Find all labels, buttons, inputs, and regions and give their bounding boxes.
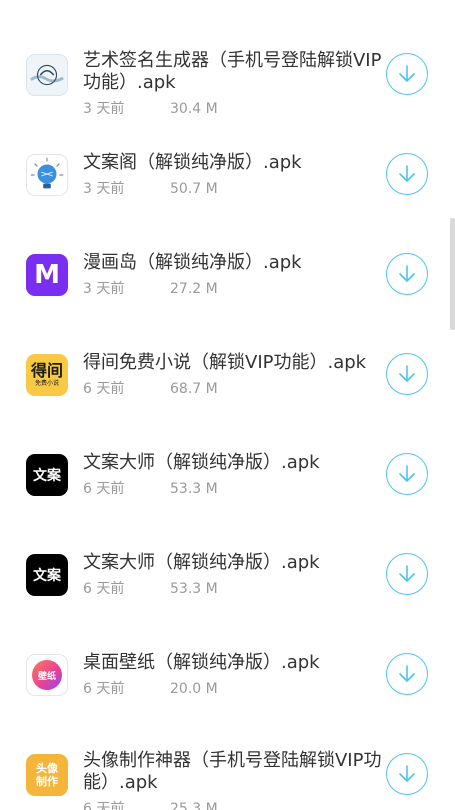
- file-age: 6 天前: [83, 381, 125, 397]
- file-meta: 6 天前 68.7 M: [83, 378, 218, 398]
- manhua-m-app-icon: M: [26, 254, 68, 296]
- signature-app-icon: [26, 54, 68, 96]
- file-age: 3 天前: [83, 181, 125, 197]
- arrow-down-icon: [399, 465, 415, 482]
- file-name: 头像制作神器（手机号登陆解锁VIP功能）.apk: [83, 750, 382, 793]
- file-meta: 3 天前 50.7 M: [83, 178, 218, 198]
- list-item[interactable]: 文案 文案大师（解锁纯净版）.apk 6 天前 53.3 M: [0, 425, 455, 525]
- list-item[interactable]: 文案 文案大师（解锁纯净版）.apk 6 天前 53.3 M: [0, 525, 455, 625]
- app-icon-badge: 壁纸: [32, 660, 62, 690]
- download-button[interactable]: [386, 453, 428, 495]
- file-name: 文案大师（解锁纯净版）.apk: [83, 452, 320, 473]
- file-age: 3 天前: [83, 101, 125, 117]
- dejian-novel-app-icon: 得间 免费小说: [26, 354, 68, 396]
- file-meta: 3 天前 30.4 M: [83, 98, 218, 118]
- arrow-down-icon: [399, 165, 415, 182]
- arrow-down-icon: [399, 265, 415, 282]
- download-button[interactable]: [386, 553, 428, 595]
- arrow-down-icon: [399, 365, 415, 382]
- lightbulb-app-icon: [26, 154, 68, 196]
- file-size: 25.3 M: [170, 801, 218, 810]
- file-name: 艺术签名生成器（手机号登陆解锁VIP功能）.apk: [83, 50, 382, 93]
- file-meta: 6 天前 20.0 M: [83, 678, 218, 698]
- file-meta: 3 天前 27.2 M: [83, 278, 218, 298]
- download-button[interactable]: [386, 353, 428, 395]
- arrow-down-icon: [399, 665, 415, 682]
- file-age: 6 天前: [83, 801, 125, 810]
- list-item[interactable]: 头像 制作 头像制作神器（手机号登陆解锁VIP功能）.apk 6 天前 25.3 …: [0, 725, 455, 810]
- app-icon-subtext: 制作: [36, 775, 58, 788]
- file-size: 27.2 M: [170, 281, 218, 297]
- scrollbar[interactable]: [450, 218, 455, 330]
- wenan-master-app-icon: 文案: [26, 454, 68, 496]
- file-age: 6 天前: [83, 681, 125, 697]
- arrow-down-icon: [399, 765, 415, 782]
- file-age: 3 天前: [83, 281, 125, 297]
- download-button[interactable]: [386, 653, 428, 695]
- file-meta: 6 天前 53.3 M: [83, 478, 218, 498]
- app-icon-glyph: M: [34, 260, 60, 290]
- list-item[interactable]: 得间 免费小说 得间免费小说（解锁VIP功能）.apk 6 天前 68.7 M: [0, 325, 455, 425]
- list-item[interactable]: 壁纸 桌面壁纸（解锁纯净版）.apk 6 天前 20.0 M: [0, 625, 455, 725]
- file-name: 桌面壁纸（解锁纯净版）.apk: [83, 652, 320, 673]
- download-button[interactable]: [386, 153, 428, 195]
- app-icon-glyph: 文案: [33, 468, 61, 484]
- wallpaper-app-icon: 壁纸: [26, 654, 68, 696]
- app-icon-subtext: 免费小说: [34, 380, 59, 387]
- file-size: 30.4 M: [170, 101, 218, 117]
- file-size: 50.7 M: [170, 181, 218, 197]
- download-list: 艺术签名生成器（手机号登陆解锁VIP功能）.apk 3 天前 30.4 M 文案阁…: [0, 0, 455, 810]
- file-name: 漫画岛（解锁纯净版）.apk: [83, 252, 302, 273]
- file-size: 68.7 M: [170, 381, 218, 397]
- wenan-master-app-icon: 文案: [26, 554, 68, 596]
- file-size: 53.3 M: [170, 481, 218, 497]
- app-icon-glyph: 壁纸: [37, 671, 56, 682]
- file-age: 6 天前: [83, 481, 125, 497]
- download-button[interactable]: [386, 253, 428, 295]
- file-age: 6 天前: [83, 581, 125, 597]
- list-item[interactable]: M 漫画岛（解锁纯净版）.apk 3 天前 27.2 M: [0, 225, 455, 325]
- list-item[interactable]: 文案阁（解锁纯净版）.apk 3 天前 50.7 M: [0, 125, 455, 225]
- file-name: 文案阁（解锁纯净版）.apk: [83, 152, 302, 173]
- arrow-down-icon: [399, 565, 415, 582]
- download-button[interactable]: [386, 53, 428, 95]
- app-icon-glyph: 文案: [33, 568, 61, 584]
- arrow-down-icon: [399, 65, 415, 82]
- file-name: 文案大师（解锁纯净版）.apk: [83, 552, 320, 573]
- file-size: 53.3 M: [170, 581, 218, 597]
- file-meta: 6 天前 53.3 M: [83, 578, 218, 598]
- file-name: 得间免费小说（解锁VIP功能）.apk: [83, 352, 367, 373]
- download-button[interactable]: [386, 753, 428, 795]
- file-meta: 6 天前 25.3 M: [83, 798, 218, 810]
- app-icon-glyph: 头像: [36, 762, 58, 775]
- avatar-maker-app-icon: 头像 制作: [26, 754, 68, 796]
- file-size: 20.0 M: [170, 681, 218, 697]
- app-icon-glyph: 得间: [30, 361, 63, 380]
- list-item[interactable]: 艺术签名生成器（手机号登陆解锁VIP功能）.apk 3 天前 30.4 M: [0, 25, 455, 125]
